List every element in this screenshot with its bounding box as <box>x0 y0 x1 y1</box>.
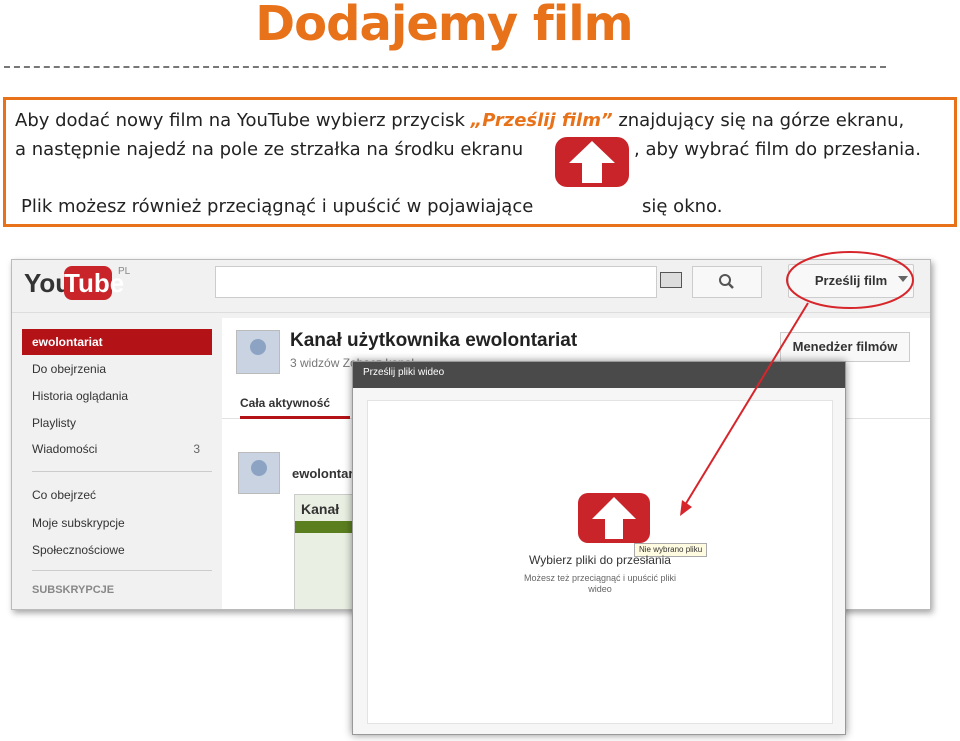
highlight-ellipse <box>786 251 914 309</box>
pointer-arrow <box>681 302 809 511</box>
pointer-annotations <box>680 251 914 516</box>
